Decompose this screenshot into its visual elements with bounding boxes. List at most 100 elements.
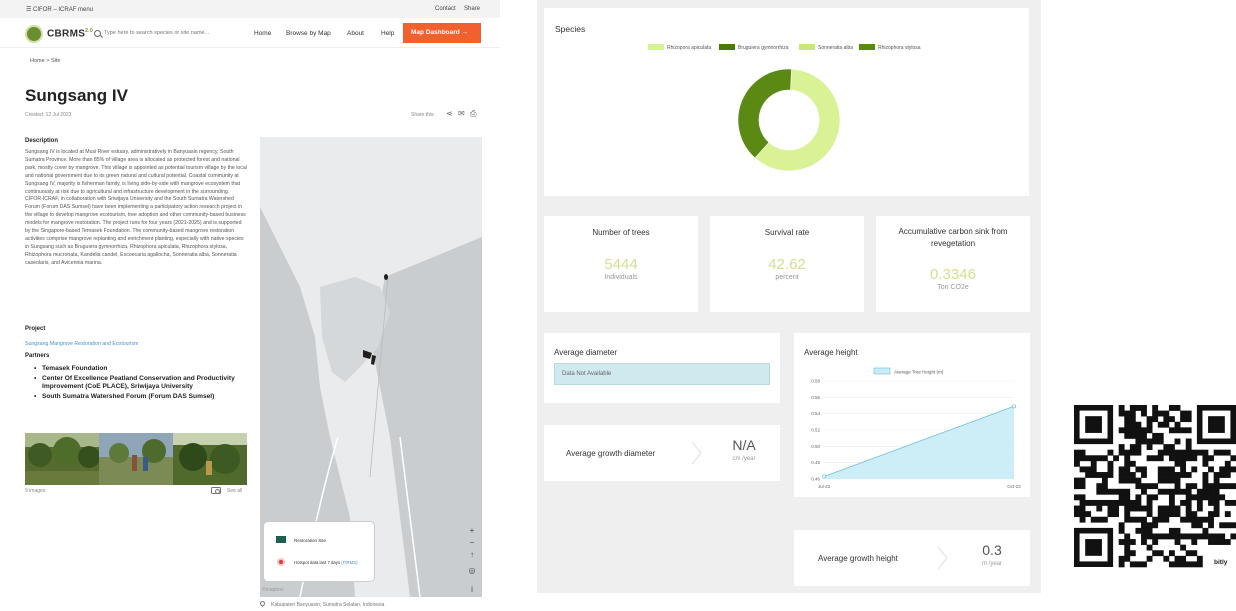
map-dashboard-button[interactable]: Map Dashboard → bbox=[403, 23, 481, 43]
y-tick-label: 0.46 bbox=[811, 477, 820, 482]
species-legend-item[interactable]: Bruguiera gymnorrhiza bbox=[738, 45, 789, 51]
created-date: Created: 12 Jul 2023 bbox=[25, 112, 72, 118]
carbon-sink-card: Accumulative carbon sink from revegetati… bbox=[876, 216, 1030, 312]
project-link[interactable]: Sungsang Mangrove Restoration and Ecotou… bbox=[25, 341, 138, 347]
x-tick-label: Jul-23 bbox=[818, 484, 831, 489]
locate-button[interactable]: ◎ bbox=[467, 566, 477, 576]
site-photo-1[interactable] bbox=[25, 433, 99, 485]
average-height-card: Average height Average Tree Height (m) 0.… bbox=[794, 333, 1030, 497]
height-legend-swatch bbox=[873, 367, 891, 375]
y-tick-label: 0.50 bbox=[811, 444, 820, 449]
zoom-out-button[interactable]: − bbox=[467, 538, 477, 548]
hotspot-dot-icon bbox=[277, 558, 285, 566]
species-donut-chart[interactable] bbox=[737, 56, 841, 186]
site-photo-3[interactable] bbox=[173, 433, 247, 485]
survival-rate-value: 42.62 bbox=[768, 256, 806, 273]
y-tick-label: 0.48 bbox=[811, 460, 820, 465]
map-legend: Restoration Site Hotspot data last 7 day… bbox=[263, 521, 375, 582]
partners-list: Temasek Foundation Center Of Excellence … bbox=[34, 365, 254, 402]
average-growth-diameter-value: N/A bbox=[732, 437, 756, 453]
height-legend-label[interactable]: Average Tree Height (m) bbox=[894, 370, 944, 375]
average-growth-diameter-card: Average growth diameter N/A cm /year bbox=[544, 425, 780, 481]
legend-swatch bbox=[859, 44, 875, 50]
number-of-trees-value: 5444 bbox=[604, 256, 638, 273]
number-of-trees-unit: Individuals bbox=[604, 274, 638, 281]
search-input[interactable] bbox=[104, 27, 244, 39]
see-all-link[interactable]: See all bbox=[227, 488, 242, 494]
contact-link[interactable]: Contact bbox=[435, 6, 456, 12]
average-growth-height-unit: m /year bbox=[981, 561, 1002, 567]
average-growth-height-title: Average growth height bbox=[818, 554, 898, 563]
mapbox-attribution[interactable]: ©mapbox bbox=[262, 587, 283, 593]
average-growth-diameter-unit: cm /year bbox=[732, 456, 756, 462]
species-legend-item[interactable]: Rhizophora stylosa bbox=[878, 45, 921, 51]
average-height-title: Average height bbox=[804, 348, 858, 357]
email-icon[interactable]: ✉ bbox=[458, 110, 466, 118]
site-dashboard: Species Rhizopora apiculata Bruguiera gy… bbox=[537, 0, 1041, 593]
restoration-site-swatch bbox=[276, 536, 286, 543]
nav-help[interactable]: Help bbox=[381, 30, 394, 37]
y-tick-label: 0.52 bbox=[811, 428, 820, 433]
breadcrumb[interactable]: Home > Site bbox=[30, 58, 60, 64]
chevron-right-icon bbox=[937, 546, 948, 570]
bitly-label: bitly bbox=[1214, 559, 1228, 566]
map-info-button[interactable]: i bbox=[467, 585, 477, 595]
number-of-trees-title: Number of trees bbox=[592, 228, 650, 237]
survival-rate-unit: percent bbox=[775, 274, 799, 281]
y-tick-label: 0.54 bbox=[811, 411, 820, 416]
share-icon[interactable]: ⋖ bbox=[446, 110, 454, 118]
average-growth-height-value: 0.3 bbox=[982, 542, 1002, 558]
nav-browse-by-map[interactable]: Browse by Map bbox=[286, 30, 331, 37]
page-title: Sungsang IV bbox=[25, 86, 128, 105]
location-pin-icon bbox=[258, 599, 267, 608]
average-diameter-card: Average diameter Data Not Available bbox=[544, 333, 780, 403]
share-link[interactable]: Share bbox=[464, 6, 480, 12]
zoom-in-button[interactable]: + bbox=[467, 526, 477, 536]
search-icon[interactable] bbox=[94, 30, 101, 37]
legend-restoration-label: Restoration Site bbox=[294, 538, 327, 543]
qr-code[interactable] bbox=[1074, 405, 1236, 571]
height-point[interactable] bbox=[821, 474, 826, 479]
description-text: Sungsang IV is located at Musi River est… bbox=[25, 149, 247, 266]
legend-swatch bbox=[799, 44, 815, 50]
site-page: ☰ CIFOR – ICRAF menu Contact Share CBRMS… bbox=[0, 0, 500, 611]
partner-item: Temasek Foundation bbox=[34, 365, 254, 374]
chevron-right-icon bbox=[691, 441, 702, 465]
site-photo-2[interactable] bbox=[99, 433, 173, 485]
images-count: 9 images bbox=[25, 488, 46, 494]
cbrms-logo-icon[interactable] bbox=[25, 25, 43, 43]
cbrms-logo-text[interactable]: CBRMS2.0 bbox=[47, 28, 93, 39]
survival-rate-title: Survival rate bbox=[764, 228, 810, 237]
firms-link[interactable]: (FIRMS) bbox=[341, 560, 357, 565]
project-heading: Project bbox=[25, 326, 46, 332]
species-legend-item[interactable]: Rhizopora apiculata bbox=[667, 45, 711, 51]
species-card: Species Rhizopora apiculata Bruguiera gy… bbox=[544, 8, 1029, 196]
average-height-chart[interactable]: Average Tree Height (m) 0.46 0.48 0.50 0.52 0… bbox=[794, 363, 1030, 497]
average-growth-diameter-title: Average growth diameter bbox=[566, 449, 656, 458]
y-tick-label: 0.58 bbox=[811, 379, 820, 384]
donut-slice-rhizophora-stylosa[interactable] bbox=[737, 68, 792, 159]
camera-icon[interactable] bbox=[211, 487, 221, 494]
main-navbar: CBRMS2.0 Home Browse by Map About Help M… bbox=[0, 18, 500, 48]
partners-heading: Partners bbox=[25, 353, 50, 359]
species-legend-item[interactable]: Sonneratia alba bbox=[818, 45, 853, 51]
height-point[interactable] bbox=[1011, 404, 1016, 409]
cifor-menu[interactable]: ☰ CIFOR – ICRAF menu bbox=[26, 6, 93, 13]
nav-home[interactable]: Home bbox=[254, 30, 271, 37]
legend-hotspot-label: Hotspot data last 7 days (FIRMS) bbox=[294, 560, 358, 565]
average-diameter-title: Average diameter bbox=[554, 348, 617, 357]
average-growth-height-card: Average growth height 0.3 m /year bbox=[794, 530, 1030, 586]
site-location: Kabupaten Banyuasin, Sumatra Selatan, In… bbox=[258, 599, 384, 608]
carbon-sink-unit: Ton CO2e bbox=[937, 284, 969, 291]
share-this-label: Share this: bbox=[411, 112, 435, 118]
species-title: Species bbox=[555, 24, 586, 34]
description-heading: Description bbox=[25, 138, 59, 144]
compass-button[interactable]: ↑ bbox=[467, 550, 477, 560]
nav-about[interactable]: About bbox=[347, 30, 364, 37]
map-marker bbox=[384, 274, 388, 280]
print-icon[interactable]: ⎙ bbox=[470, 110, 478, 118]
partner-item: South Sumatra Watershed Forum (Forum DAS… bbox=[34, 393, 254, 402]
legend-swatch bbox=[719, 44, 735, 50]
average-diameter-value: Data Not Available bbox=[554, 363, 770, 385]
y-tick-label: 0.56 bbox=[811, 395, 820, 400]
